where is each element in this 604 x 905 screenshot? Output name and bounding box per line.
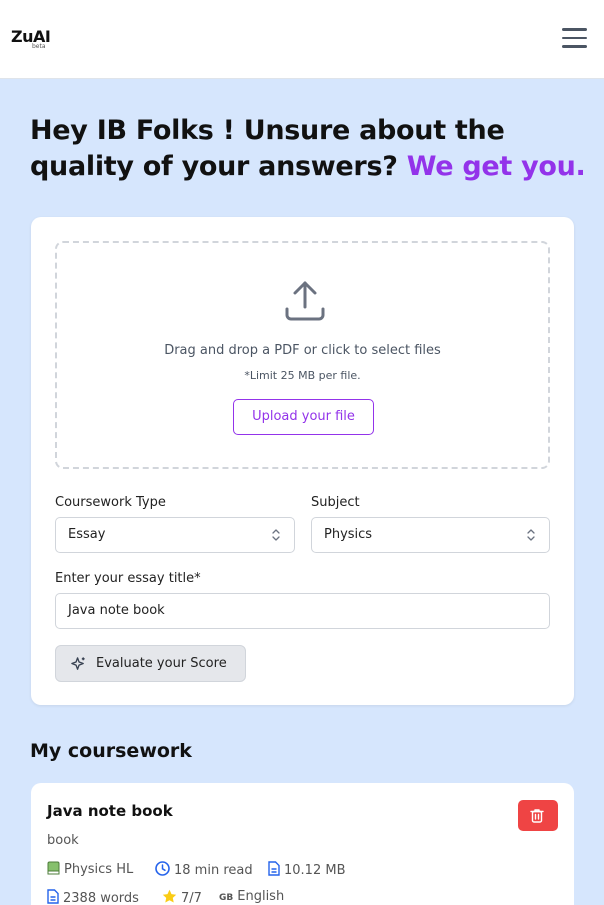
evaluation-form-card: Drag and drop a PDF or click to select f… [31, 217, 574, 705]
read-time-meta: 18 min read [155, 861, 253, 878]
top-navbar: ZuAI beta [0, 0, 604, 79]
trash-icon [530, 809, 544, 823]
coursework-type-select[interactable]: Essay [55, 517, 295, 553]
hero-heading: Hey IB Folks ! Unsure about the quality … [30, 113, 590, 185]
word-count-text: 2388 words [63, 891, 139, 905]
language-text: English [237, 889, 285, 904]
essay-title-input[interactable]: Java note book [55, 593, 550, 629]
coursework-type-value: Essay [68, 527, 106, 542]
subject-text: Physics HL [64, 862, 134, 877]
subject-label: Subject [311, 495, 360, 510]
upload-file-button[interactable]: Upload your file [233, 399, 374, 435]
menu-icon [562, 28, 587, 31]
book-icon [47, 861, 60, 875]
subject-select[interactable]: Physics [311, 517, 550, 553]
file-dropzone[interactable]: Drag and drop a PDF or click to select f… [55, 241, 550, 469]
read-time-text: 18 min read [174, 863, 253, 878]
beta-badge: beta [32, 43, 46, 50]
clock-icon [155, 861, 170, 876]
hamburger-menu-button[interactable] [562, 28, 588, 50]
my-coursework-heading: My coursework [30, 740, 192, 762]
score-meta: 7/7 [162, 889, 202, 905]
word-count-meta: 2388 words [47, 889, 139, 905]
essay-title-label: Enter your essay title* [55, 571, 201, 586]
coursework-card[interactable]: Java note book book Physics HL 18 min re… [31, 783, 574, 905]
file-size-limit: *Limit 25 MB per file. [244, 369, 361, 382]
evaluate-score-label: Evaluate your Score [96, 656, 227, 671]
zuai-logo[interactable]: ZuAI beta [11, 28, 51, 51]
dropzone-instruction: Drag and drop a PDF or click to select f… [164, 343, 441, 358]
chevron-up-down-icon [527, 529, 535, 541]
document-icon [47, 889, 59, 904]
star-icon [162, 889, 177, 903]
upload-icon [285, 281, 325, 321]
file-size-text: 10.12 MB [284, 863, 346, 878]
subject-value: Physics [324, 527, 373, 542]
language-code: GB [219, 893, 234, 903]
subject-meta: Physics HL [47, 861, 133, 877]
score-text: 7/7 [181, 891, 202, 905]
sparkle-icon [71, 657, 85, 670]
hero-accent-text: We get you. [406, 151, 586, 182]
document-icon [268, 861, 280, 876]
coursework-title: Java note book [47, 802, 173, 820]
coursework-subtitle: book [47, 833, 79, 848]
coursework-type-label: Coursework Type [55, 495, 166, 510]
file-size-meta: 10.12 MB [268, 861, 345, 878]
language-meta: GB English [219, 889, 284, 904]
delete-coursework-button[interactable] [518, 800, 558, 831]
chevron-up-down-icon [272, 529, 280, 541]
evaluate-score-button[interactable]: Evaluate your Score [55, 645, 246, 682]
